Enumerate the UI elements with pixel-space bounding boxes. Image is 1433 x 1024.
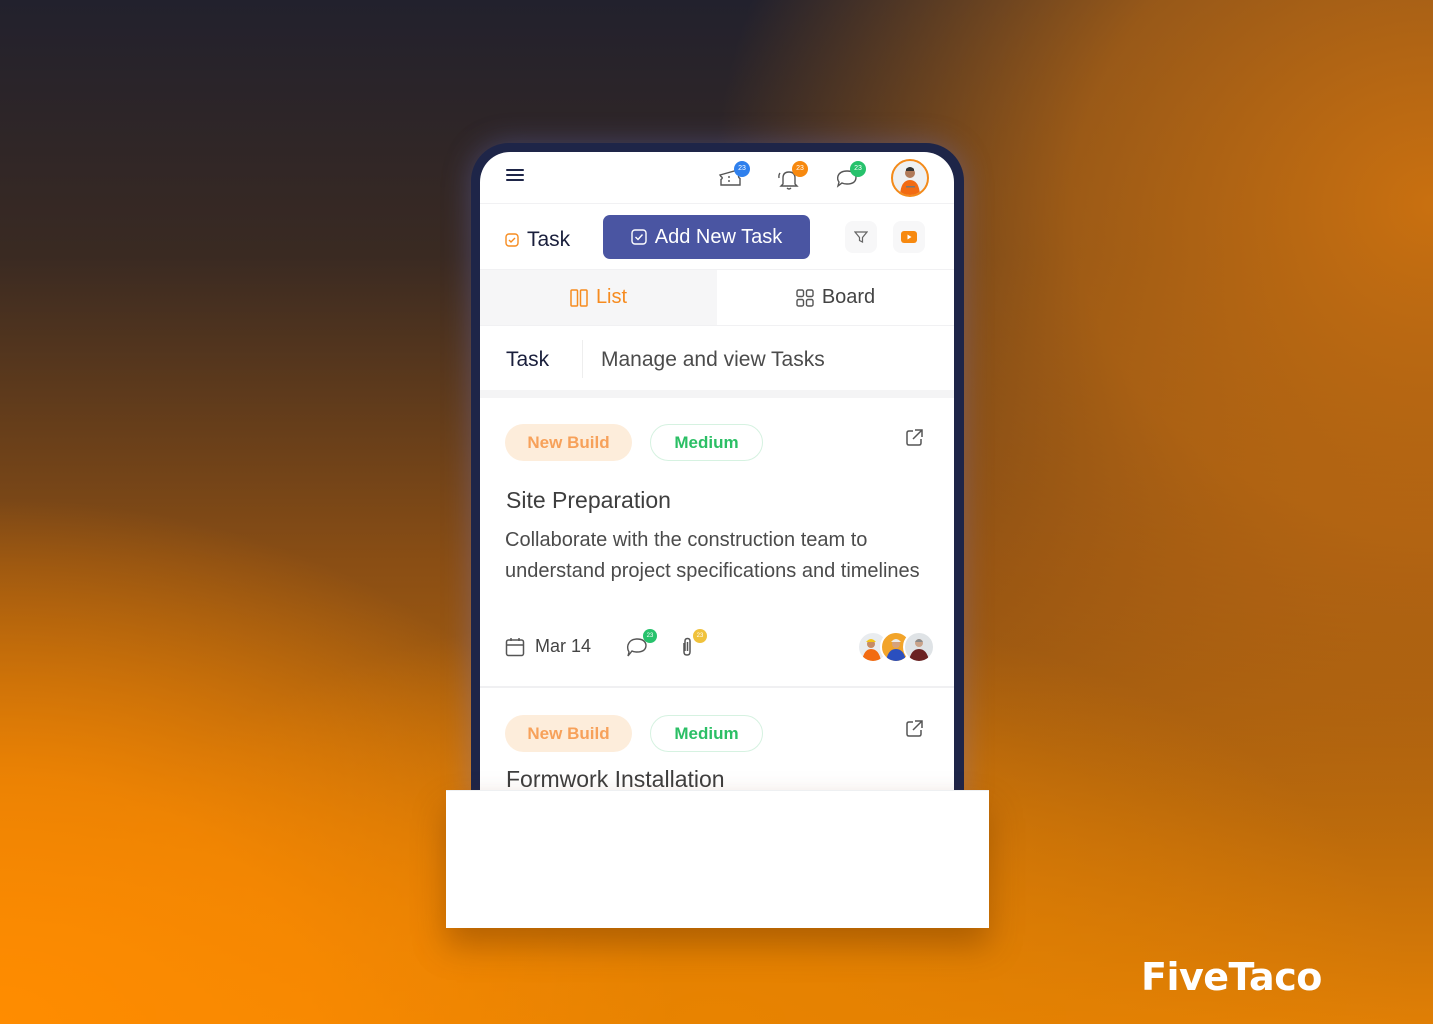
- external-link-icon[interactable]: [904, 719, 924, 739]
- columns-icon: [570, 288, 588, 307]
- calendar-icon: [505, 637, 525, 656]
- section-title: Task: [506, 348, 550, 371]
- grid-icon: [796, 288, 814, 307]
- attachment-badge: 23: [693, 629, 707, 643]
- task-check-icon: [505, 233, 519, 247]
- task-card[interactable]: New Build Medium Formwork Installation: [480, 689, 954, 803]
- add-new-task-button[interactable]: Add New Task: [603, 215, 810, 259]
- category-chip: New Build: [505, 424, 632, 461]
- list-separator: [480, 390, 954, 398]
- page-title: Task: [505, 228, 570, 252]
- ticket-badge: 23: [734, 161, 750, 177]
- filter-button[interactable]: [845, 221, 877, 253]
- blank-overlay-panel: [446, 790, 989, 928]
- tab-board[interactable]: Board: [717, 270, 954, 325]
- section-header: Task Manage and view Tasks: [480, 326, 954, 390]
- app-screen: 23 23 23 Task Add New Task List Board Ta…: [480, 152, 954, 803]
- video-tutorial-button[interactable]: [893, 221, 925, 253]
- assignee-avatars[interactable]: [857, 631, 935, 665]
- ticket-button[interactable]: 23: [716, 161, 750, 193]
- view-tabs: List Board: [480, 270, 954, 326]
- assignee-avatar: [903, 631, 935, 663]
- notifications-button[interactable]: 23: [774, 161, 808, 193]
- task-title: Formwork Installation: [506, 766, 725, 792]
- messages-button[interactable]: 23: [832, 161, 866, 193]
- brand-logo: FiveTaco: [1141, 955, 1322, 999]
- tab-list[interactable]: List: [480, 270, 717, 325]
- task-meta: Mar 14 23 23: [505, 629, 935, 665]
- hamburger-icon[interactable]: [506, 169, 524, 183]
- filter-icon: [854, 231, 868, 243]
- task-title: Site Preparation: [506, 487, 671, 513]
- tab-board-label: Board: [821, 286, 876, 308]
- priority-chip: Medium: [650, 424, 763, 461]
- comment-badge: 23: [643, 629, 657, 643]
- top-bar: 23 23 23: [480, 152, 954, 204]
- page-title-text: Task: [527, 228, 571, 251]
- task-card[interactable]: New Build Medium Site Preparation Collab…: [480, 398, 954, 688]
- priority-chip: Medium: [650, 715, 763, 752]
- section-subtitle: Manage and view Tasks: [601, 348, 825, 371]
- user-avatar[interactable]: [891, 159, 929, 197]
- section-divider: [582, 340, 583, 378]
- external-link-icon[interactable]: [904, 428, 924, 448]
- bell-badge: 23: [792, 161, 808, 177]
- category-chip: New Build: [505, 715, 632, 752]
- comments-button[interactable]: 23: [625, 629, 657, 661]
- youtube-icon: [901, 231, 917, 243]
- chat-badge: 23: [850, 161, 866, 177]
- due-date-text: Mar 14: [535, 636, 592, 656]
- phone-frame: 23 23 23 Task Add New Task List Board Ta…: [471, 143, 964, 803]
- attachments-button[interactable]: 23: [675, 629, 707, 661]
- tab-list-label: List: [595, 286, 628, 308]
- task-description: Collaborate with the construction team t…: [505, 529, 920, 582]
- header-row: Task Add New Task: [480, 204, 954, 270]
- add-new-task-label: Add New Task: [654, 225, 783, 248]
- due-date: Mar 14: [505, 636, 591, 657]
- checkbox-icon: [631, 229, 647, 245]
